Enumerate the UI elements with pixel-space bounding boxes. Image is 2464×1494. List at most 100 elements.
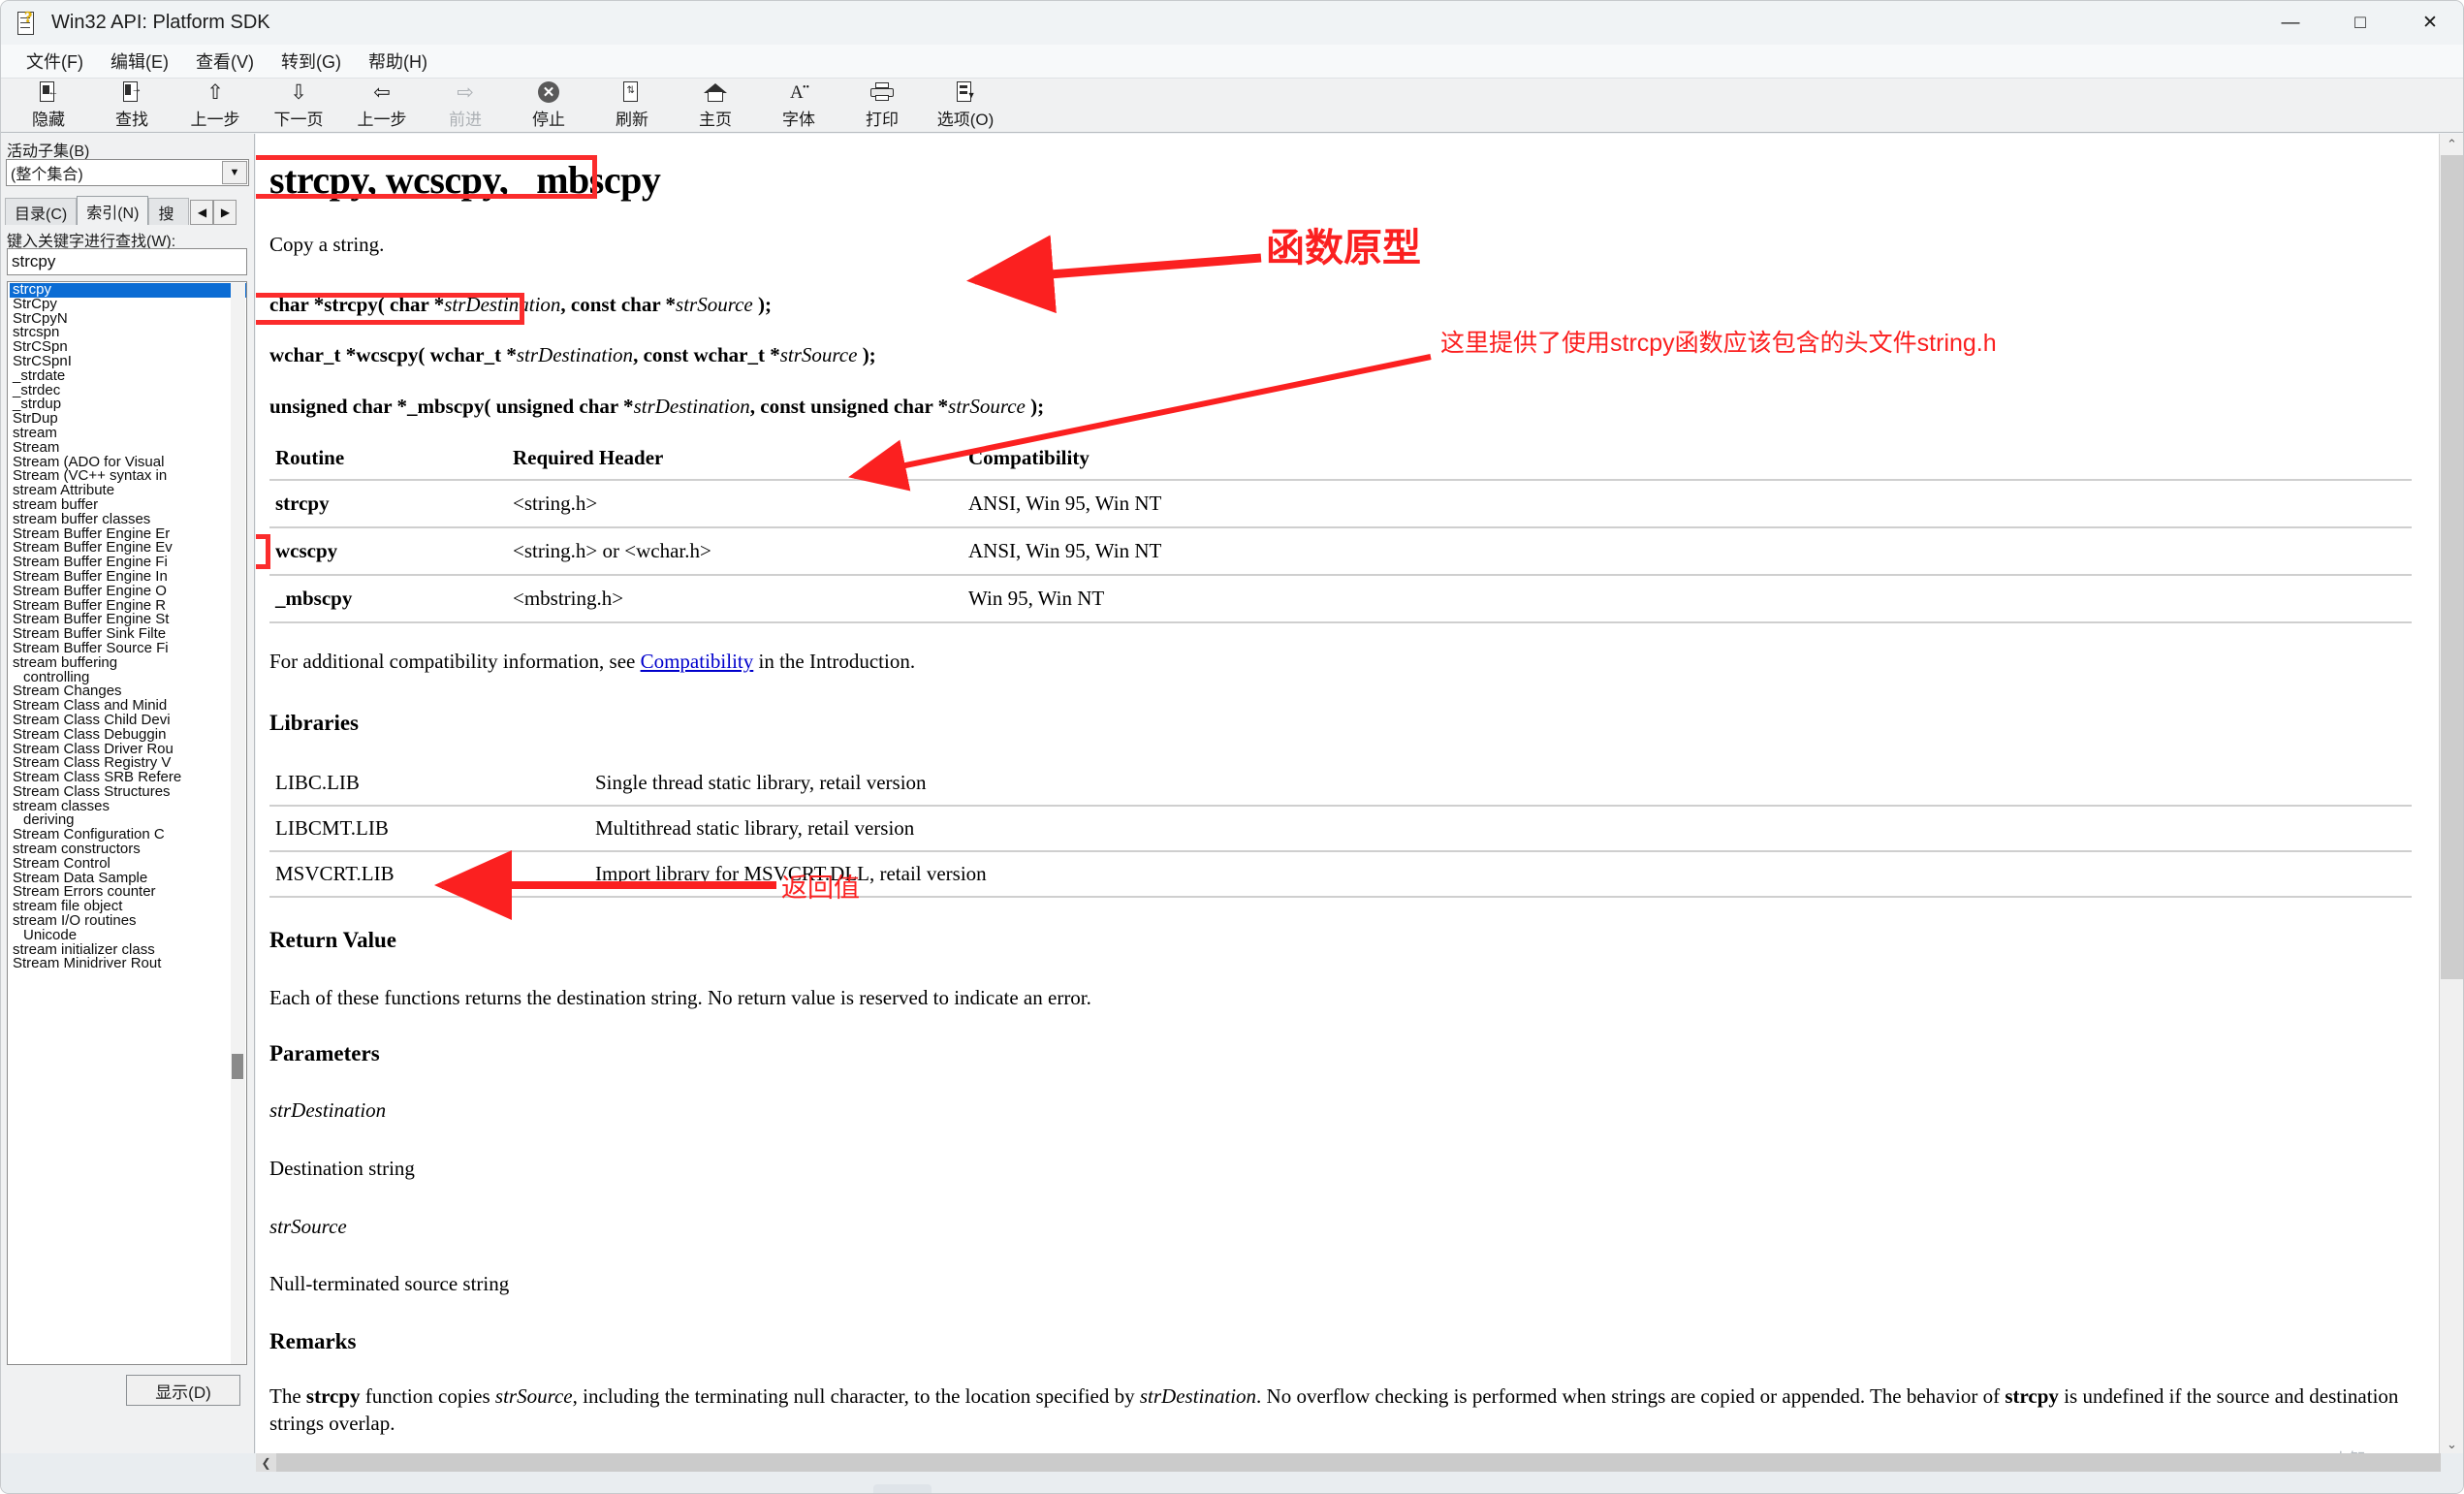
- list-item[interactable]: Stream Control: [10, 857, 246, 872]
- list-item[interactable]: strcspn: [10, 326, 246, 340]
- toolbar-refresh[interactable]: ⇅ 刷新: [590, 79, 674, 131]
- list-item[interactable]: Stream Buffer Sink Filte: [10, 627, 246, 642]
- list-item[interactable]: stream: [10, 427, 246, 441]
- toolbar-options[interactable]: ▼ 选项(O): [924, 79, 1007, 131]
- keyword-search-input[interactable]: strcpy: [7, 248, 247, 275]
- minimize-button[interactable]: —: [2256, 1, 2325, 45]
- tab-scroll-left-button[interactable]: ◀: [190, 200, 213, 225]
- library-name: LIBC.LIB: [269, 761, 589, 806]
- list-item[interactable]: Stream Class Debuggin: [10, 728, 246, 743]
- list-item[interactable]: stream I/O routines: [10, 914, 246, 929]
- menu-help[interactable]: 帮助(H): [355, 47, 441, 76]
- toolbar-hide[interactable]: ← 隐藏: [7, 79, 90, 131]
- toolbar-previous-step[interactable]: ⇧ 上一步: [174, 79, 257, 131]
- horizontal-scrollbar[interactable]: ❮: [256, 1453, 2441, 1472]
- list-item[interactable]: stream classes: [10, 800, 246, 814]
- list-item[interactable]: StrCSpnI: [10, 355, 246, 369]
- toolbar-stop[interactable]: ✕ 停止: [507, 79, 590, 131]
- list-item[interactable]: Stream Class Driver Rou: [10, 743, 246, 757]
- list-item[interactable]: StrCpyN: [10, 312, 246, 327]
- tab-scroll-right-button[interactable]: ▶: [213, 200, 237, 225]
- prototype-wcscpy-mid: , const wchar_t *: [633, 343, 780, 366]
- list-item[interactable]: stream constructors: [10, 842, 246, 857]
- list-item[interactable]: strcpy: [10, 283, 246, 298]
- tab-contents[interactable]: 目录(C): [5, 198, 77, 225]
- list-item[interactable]: _strdec: [10, 384, 246, 398]
- close-button[interactable]: ✕: [2395, 1, 2464, 45]
- list-item[interactable]: Stream Buffer Source Fi: [10, 642, 246, 656]
- compatibility-link[interactable]: Compatibility: [641, 650, 754, 673]
- list-item[interactable]: _strdup: [10, 397, 246, 412]
- list-item[interactable]: stream buffering: [10, 656, 246, 671]
- list-item[interactable]: Stream: [10, 441, 246, 456]
- list-item[interactable]: controlling: [10, 671, 246, 685]
- list-item[interactable]: Stream Errors counter: [10, 885, 246, 900]
- index-list-scrollbar-thumb[interactable]: [232, 1054, 243, 1079]
- toolbar-previous-step-label: 上一步: [191, 106, 240, 130]
- prototype-wcscpy-pre: wchar_t *wcscpy( wchar_t *: [269, 343, 517, 366]
- list-item[interactable]: stream buffer: [10, 498, 246, 513]
- toolbar-font-label: 字体: [782, 106, 815, 130]
- list-item[interactable]: Stream (VC++ syntax in: [10, 469, 246, 484]
- content-scrollbar[interactable]: ⌃ ⌄: [2439, 134, 2463, 1455]
- index-list[interactable]: strcpyStrCpyStrCpyNstrcspnStrCSpnStrCSpn…: [7, 281, 247, 1365]
- hide-pane-icon: ←: [40, 79, 58, 105]
- list-item[interactable]: Stream Class Structures: [10, 785, 246, 800]
- prototype-strcpy-mid: , const char *: [560, 293, 676, 316]
- list-item[interactable]: Stream Buffer Engine In: [10, 570, 246, 585]
- display-button[interactable]: 显示(D): [126, 1375, 240, 1406]
- list-item[interactable]: StrCpy: [10, 298, 246, 312]
- toolbar-find[interactable]: → 查找: [90, 79, 174, 131]
- list-item[interactable]: stream initializer class: [10, 943, 246, 958]
- list-item[interactable]: stream Attribute: [10, 484, 246, 498]
- tab-search[interactable]: 搜: [148, 198, 189, 225]
- toolbar-print[interactable]: 打印: [840, 79, 924, 131]
- list-item[interactable]: Stream Buffer Engine St: [10, 613, 246, 627]
- scroll-down-button[interactable]: ⌄: [2440, 1434, 2464, 1455]
- list-item[interactable]: deriving: [10, 813, 246, 828]
- list-item[interactable]: Stream Buffer Engine Fi: [10, 556, 246, 570]
- list-item[interactable]: stream buffer classes: [10, 513, 246, 527]
- prototype-strcpy: char *strcpy( char *strDestination, cons…: [269, 292, 2423, 319]
- printer-icon: [870, 79, 894, 105]
- prototype-strcpy-pre: char *strcpy( char *: [269, 293, 444, 316]
- list-item[interactable]: StrDup: [10, 412, 246, 427]
- tab-index[interactable]: 索引(N): [77, 196, 148, 225]
- list-item[interactable]: Stream Class SRB Refere: [10, 771, 246, 785]
- toolbar-font[interactable]: A•• 字体: [757, 79, 840, 131]
- menu-file[interactable]: 文件(F): [13, 47, 97, 76]
- list-item[interactable]: stream file object: [10, 900, 246, 914]
- list-item[interactable]: Stream Minidriver Rout: [10, 957, 246, 971]
- menu-view[interactable]: 查看(V): [182, 47, 268, 76]
- toolbar-next-page[interactable]: ⇩ 下一页: [257, 79, 340, 131]
- list-item[interactable]: Stream Class Registry V: [10, 756, 246, 771]
- list-item[interactable]: _strdate: [10, 369, 246, 384]
- toolbar-home[interactable]: 主页: [674, 79, 757, 131]
- maximize-button[interactable]: □: [2325, 1, 2395, 45]
- list-item[interactable]: Stream Data Sample: [10, 872, 246, 886]
- content-scrollbar-thumb[interactable]: [2441, 155, 2463, 979]
- scroll-left-button[interactable]: ❮: [256, 1453, 276, 1472]
- document-content-pane: strcpy, wcscpy, _mbscpy Copy a string. c…: [256, 134, 2441, 1455]
- list-item[interactable]: StrCSpn: [10, 340, 246, 355]
- toolbar-back[interactable]: ⇦ 上一步: [340, 79, 424, 131]
- scroll-up-button[interactable]: ⌃: [2440, 134, 2464, 155]
- menu-goto[interactable]: 转到(G): [268, 47, 355, 76]
- list-item[interactable]: Stream Buffer Engine R: [10, 599, 246, 614]
- prototype-mbscpy: unsigned char *_mbscpy( unsigned char *s…: [269, 394, 2423, 421]
- list-item[interactable]: Stream Configuration C: [10, 828, 246, 842]
- index-list-scrollbar[interactable]: [231, 283, 245, 1365]
- chevron-down-icon[interactable]: ▼: [222, 161, 247, 184]
- list-item[interactable]: Stream Buffer Engine O: [10, 585, 246, 599]
- list-item[interactable]: Stream Changes: [10, 684, 246, 699]
- toolbar-next-page-label: 下一页: [274, 106, 324, 130]
- navigation-panel: 活动子集(B) (整个集合) ▼ 目录(C) 索引(N) 搜 ◀ ▶ 键入关键字…: [1, 134, 255, 1487]
- list-item[interactable]: Stream Buffer Engine Er: [10, 527, 246, 542]
- list-item[interactable]: Stream Buffer Engine Ev: [10, 541, 246, 556]
- active-subset-dropdown[interactable]: (整个集合) ▼: [6, 159, 249, 186]
- list-item[interactable]: Stream Class and Minid: [10, 699, 246, 714]
- list-item[interactable]: Unicode: [10, 929, 246, 943]
- menu-edit[interactable]: 编辑(E): [97, 47, 182, 76]
- list-item[interactable]: Stream Class Child Devi: [10, 714, 246, 728]
- list-item[interactable]: Stream (ADO for Visual: [10, 456, 246, 470]
